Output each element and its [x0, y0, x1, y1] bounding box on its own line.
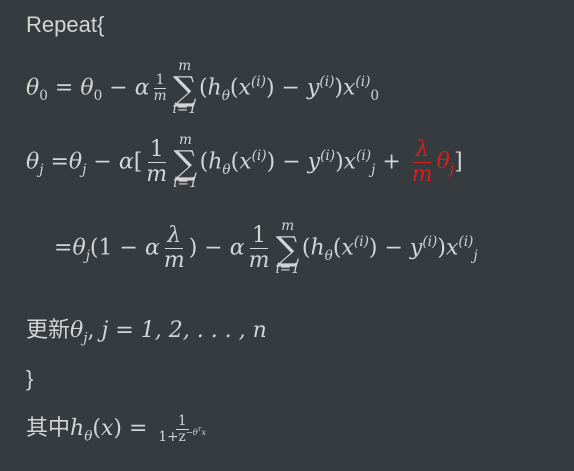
theta0-update-equation: θ0 = θ0 − α 1 m m ∑ i=1 (hθ(x(i)) − y(i))x(i)0 — [26, 58, 380, 118]
where-label: 其中 — [26, 415, 71, 440]
index-range: j = 1, 2, . . . , n — [101, 318, 267, 343]
hypothesis-definition: 其中hθ(x) = 1 1+z−θTx — [26, 412, 207, 445]
fraction-one-over-m: 1m — [153, 71, 167, 104]
fraction-lambda-over-m: λm — [163, 222, 185, 273]
fraction-one-over-m: 1m — [146, 136, 168, 187]
repeat-close: } — [26, 366, 34, 391]
summation: m ∑ i=1 — [172, 58, 197, 118]
simplified-equation: =θj(1 − α λ m) − α 1 m m ∑ i=1 (hθ(x(i)) − y(i))… — [54, 218, 478, 278]
update-label: 更新 — [26, 317, 71, 342]
fraction-lambda-over-m: λm — [411, 136, 433, 187]
update-note: 更新θj, j = 1, 2, . . . , n — [26, 317, 267, 347]
thetaj-update-equation: θj =θj − α[1 m m ∑ i=1 (hθ(x(i)) − y(i))x(i)j… — [26, 132, 463, 192]
summation: m ∑ i=1 — [275, 218, 300, 278]
fraction-one-over-m: 1m — [248, 222, 270, 273]
sigmoid-fraction: 1 1+z−θTx — [158, 412, 207, 445]
summation: m ∑ i=1 — [173, 132, 198, 192]
regularization-term: λ m θj — [411, 136, 455, 187]
repeat-open: Repeat{ — [26, 12, 105, 37]
